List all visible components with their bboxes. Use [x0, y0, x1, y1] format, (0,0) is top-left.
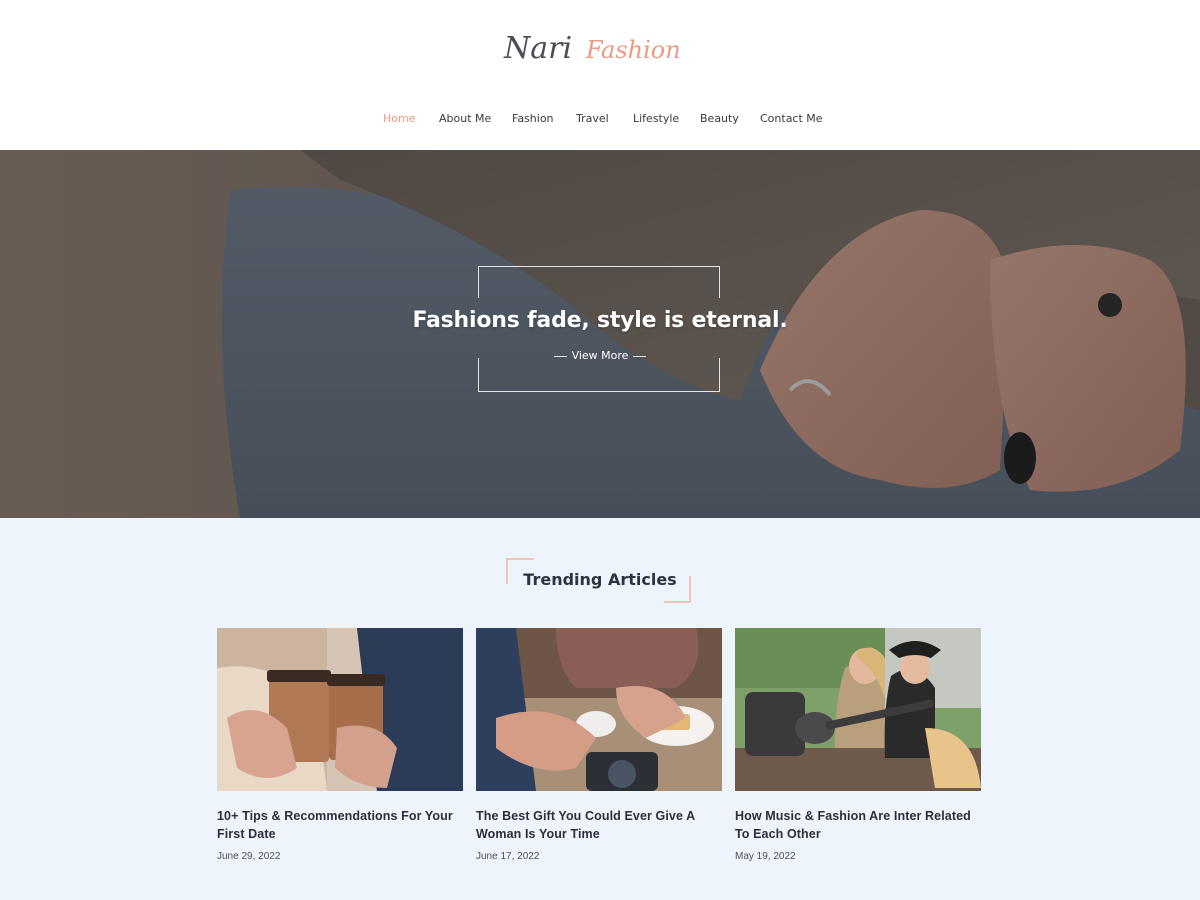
article-card[interactable]: 10+ Tips & Recommendations For Your Firs…: [217, 628, 463, 862]
cta-line-left: [554, 356, 567, 357]
nav-item-fashion[interactable]: Fashion: [512, 112, 554, 125]
logo-text-fashion: Fashion: [585, 36, 681, 64]
article-title[interactable]: 10+ Tips & Recommendations For Your Firs…: [217, 807, 463, 843]
trending-heading: Trending Articles: [523, 570, 677, 589]
logo-text-nari: Nari: [503, 31, 572, 66]
nav-item-lifestyle[interactable]: Lifestyle: [633, 112, 679, 125]
article-date: May 19, 2022: [735, 851, 796, 862]
article-title[interactable]: The Best Gift You Could Ever Give A Woma…: [476, 807, 722, 843]
site-logo[interactable]: Nari Fashion: [500, 14, 700, 76]
hero-title: Fashions fade, style is eternal.: [412, 308, 788, 333]
nav-item-about-me[interactable]: About Me: [439, 112, 491, 125]
view-more-label: View More: [571, 349, 629, 362]
article-card[interactable]: How Music & Fashion Are Inter Related To…: [735, 628, 981, 862]
cta-line-right: [633, 356, 646, 357]
nav-item-home[interactable]: Home: [383, 112, 415, 125]
nav-item-contact-me[interactable]: Contact Me: [760, 112, 823, 125]
hero-banner: Fashions fade, style is eternal. View Mo…: [0, 150, 1200, 518]
article-thumbnail-table[interactable]: [476, 628, 722, 791]
nav-item-beauty[interactable]: Beauty: [700, 112, 739, 125]
article-card[interactable]: The Best Gift You Could Ever Give A Woma…: [476, 628, 722, 862]
trending-articles-section: Trending Articles 10+ Tips & Recommendat…: [0, 518, 1200, 900]
article-thumbnail-coffee[interactable]: [217, 628, 463, 791]
article-date: June 29, 2022: [217, 851, 281, 862]
article-date: June 17, 2022: [476, 851, 540, 862]
view-more-button[interactable]: View More: [552, 349, 648, 365]
nav-item-travel[interactable]: Travel: [576, 112, 609, 125]
article-title[interactable]: How Music & Fashion Are Inter Related To…: [735, 807, 981, 843]
article-thumbnail-music[interactable]: [735, 628, 981, 791]
site-header: Nari Fashion Home About Me Fashion Trave…: [0, 0, 1200, 150]
